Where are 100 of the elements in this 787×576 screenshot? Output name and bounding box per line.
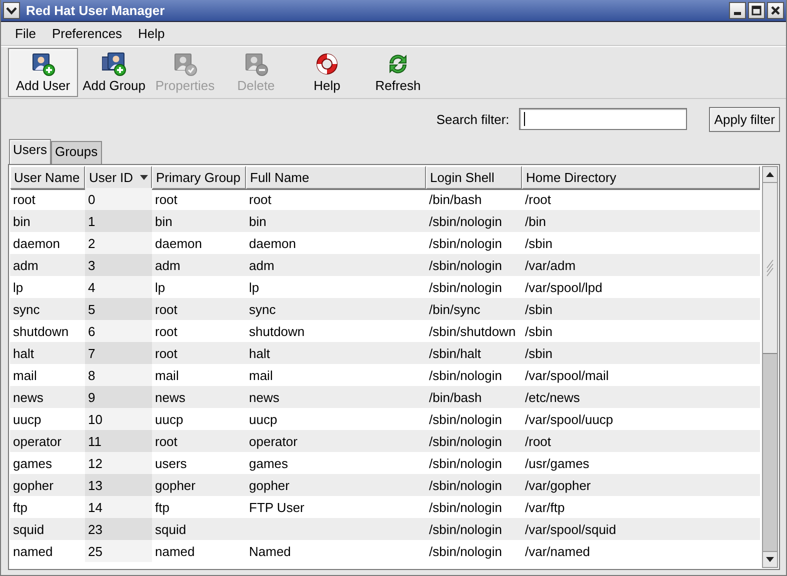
table-cell-text: /var/spool/mail	[524, 366, 610, 385]
table-cell: 10	[85, 408, 152, 430]
column-header[interactable]: Primary Group	[152, 166, 246, 189]
help-button[interactable]: Help	[292, 48, 362, 97]
table-cell-text: /sbin/nologin	[428, 498, 503, 517]
refresh-button[interactable]: Refresh	[363, 48, 433, 97]
table-cell: halt	[246, 342, 426, 364]
table-cell-text: /sbin/nologin	[428, 278, 503, 297]
table-cell: 14	[85, 496, 152, 518]
table-cell-text: /sbin/nologin	[428, 234, 503, 253]
table-cell-text: /bin/bash	[428, 190, 483, 208]
column-header[interactable]: User Name	[10, 166, 85, 189]
table-cell: /sbin/nologin	[426, 518, 522, 540]
table-cell: gopher	[246, 474, 426, 496]
table-cell-text: root	[12, 190, 36, 208]
table-cell: /var/spool/squid	[522, 518, 760, 540]
table-cell-text: /sbin/nologin	[428, 542, 503, 561]
table-cell-text: /sbin/nologin	[428, 410, 503, 429]
table-cell-text: /sbin	[524, 234, 554, 252]
table-cell-text: /sbin/nologin	[428, 366, 503, 385]
lifebuoy-icon	[315, 52, 339, 76]
chevron-down-icon	[6, 5, 17, 16]
table-cell: root	[152, 298, 246, 320]
table-cell-text: shutdown	[248, 322, 306, 340]
scrollbar[interactable]	[762, 166, 778, 568]
table-cell: 7	[85, 342, 152, 364]
table-cell: 0	[85, 188, 152, 210]
table-cell: /bin	[522, 210, 760, 232]
column-header[interactable]: User ID	[85, 166, 152, 189]
maximize-button[interactable]	[748, 2, 765, 19]
table-cell: 11	[85, 430, 152, 452]
menu-item[interactable]: File	[7, 24, 44, 43]
table-cell-text: ftp	[154, 498, 170, 517]
table-cell-text: /root	[524, 190, 552, 208]
table-cell-text: named	[12, 542, 54, 560]
table-cell: news	[10, 386, 85, 408]
table-cell-text: FTP User	[248, 498, 306, 516]
table-cell: bin	[152, 210, 246, 232]
table-cell-text: users	[154, 454, 188, 472]
window-menu-button[interactable]	[3, 2, 20, 19]
column-header[interactable]: Login Shell	[426, 166, 522, 189]
table-cell: bin	[246, 210, 426, 232]
user-check-icon	[173, 52, 197, 76]
apply-filter-button[interactable]: Apply filter	[709, 106, 780, 132]
menu-item[interactable]: Help	[130, 24, 173, 43]
table-cell-text: games	[12, 454, 54, 473]
search-filter-label: Search filter:	[436, 112, 510, 126]
tab[interactable]: Groups	[50, 141, 102, 164]
table-cell-text: mail	[248, 366, 274, 384]
table-cell: root	[152, 430, 246, 452]
minimize-button[interactable]	[729, 2, 746, 19]
table-cell: 5	[85, 298, 152, 320]
maximize-icon	[751, 5, 762, 16]
search-filter-field[interactable]	[519, 108, 688, 130]
table-cell: 3	[85, 254, 152, 276]
scroll-up-icon	[766, 172, 774, 177]
table-cell: adm	[10, 254, 85, 276]
table-cell: /etc/news	[522, 386, 760, 408]
tab[interactable]: Users	[9, 139, 51, 164]
table-cell-text: lp	[12, 278, 24, 297]
table-cell: sync	[246, 298, 426, 320]
table-cell-text: mail	[12, 366, 38, 384]
table-cell-text: root	[248, 190, 272, 208]
table-cell: /sbin/nologin	[426, 210, 522, 232]
column-header[interactable]: Home Directory	[522, 166, 760, 189]
table-cell-text: /sbin/shutdown	[428, 322, 517, 340]
table-cell: /sbin/halt	[426, 342, 522, 364]
table-cell: /var/gopher	[522, 474, 760, 496]
table-cell: bin	[10, 210, 85, 232]
table-cell-text: root	[154, 190, 178, 208]
table-cell-text: lp	[248, 278, 260, 297]
table-cell: /sbin/nologin	[426, 430, 522, 452]
table-cell: /sbin	[522, 342, 760, 364]
table-cell: 6	[85, 320, 152, 342]
table-cell: 4	[85, 276, 152, 298]
table-cell: 12	[85, 452, 152, 474]
table-cell-text: Named	[248, 542, 292, 560]
user-plus-icon	[31, 52, 55, 76]
add-user-button[interactable]: Add User	[8, 48, 78, 97]
group-plus-icon	[102, 52, 126, 76]
close-button[interactable]	[767, 2, 784, 19]
table-cell: 13	[85, 474, 152, 496]
table-cell-text: uucp	[248, 410, 278, 429]
table-cell: 8	[85, 364, 152, 386]
menu-item[interactable]: Preferences	[44, 24, 130, 43]
table-cell-text: named	[154, 542, 196, 560]
table-cell: operator	[10, 430, 85, 452]
table-cell-text: uucp	[154, 410, 184, 429]
table-cell: /bin/sync	[426, 298, 522, 320]
window-title: Red Hat User Manager	[26, 3, 166, 18]
table-cell: gopher	[152, 474, 246, 496]
table-cell: operator	[246, 430, 426, 452]
table-cell-text: daemon	[248, 234, 297, 252]
table-cell-text: /sbin	[524, 322, 554, 340]
table-cell: root	[152, 342, 246, 364]
table-cell-text: root	[154, 322, 178, 340]
column-header[interactable]: Full Name	[246, 166, 426, 189]
add-group-button[interactable]: Add Group	[79, 48, 149, 97]
table-cell-text: /var/spool/uucp	[524, 410, 614, 429]
table-cell: /root	[522, 430, 760, 452]
